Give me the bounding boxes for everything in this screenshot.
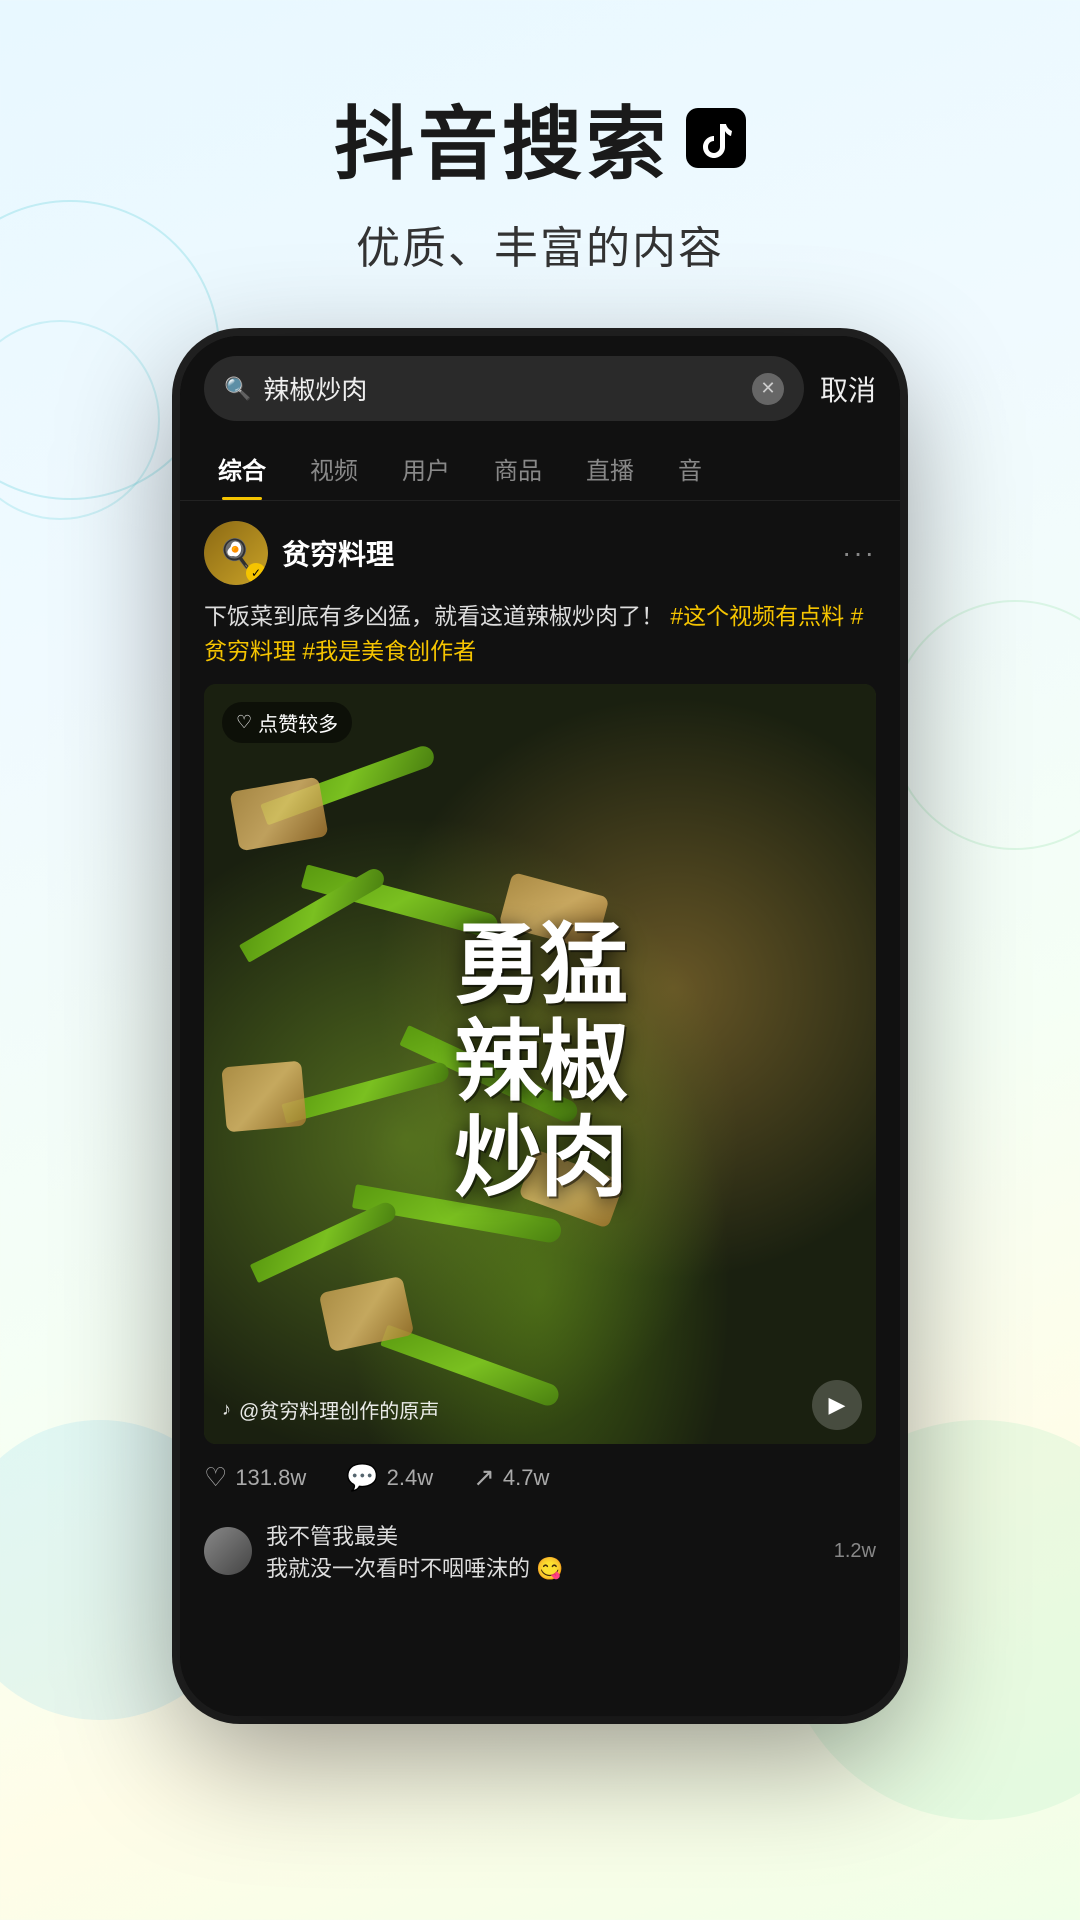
username[interactable]: 贫穷料理 — [282, 533, 394, 573]
tab-label-用户: 用户 — [402, 458, 450, 485]
comment-preview: 我不管我最美 我就没一次看时不咽唾沫的 😋 1.2w — [180, 1511, 900, 1607]
comment-like-count: 1.2w — [834, 1540, 876, 1563]
tab-label-商品: 商品 — [494, 458, 542, 485]
phone-mockup: 🔍 辣椒炒肉 ✕ 取消 综合 视频 用户 — [180, 336, 900, 1716]
share-count: 4.7w — [503, 1465, 549, 1491]
tab-label-视频: 视频 — [310, 458, 358, 485]
tab-用户[interactable]: 用户 — [380, 437, 472, 500]
tab-视频[interactable]: 视频 — [288, 437, 380, 500]
tiktok-audio-icon: ♪ — [222, 1399, 231, 1420]
phone-wrapper: 🔍 辣椒炒肉 ✕ 取消 综合 视频 用户 — [0, 336, 1080, 1716]
comment-action[interactable]: 💬 2.4w — [346, 1462, 433, 1493]
user-info: 🍳 ✓ 贫穷料理 — [204, 521, 394, 585]
commenter-name: 我不管我最美 — [266, 1519, 564, 1551]
tab-label-直播: 直播 — [586, 458, 634, 485]
post-text: 下饭菜到底有多凶猛，就看这道辣椒炒肉了！ #这个视频有点料 #贫穷料理 #我是美… — [204, 599, 876, 668]
post-header: 🍳 ✓ 贫穷料理 ··· — [204, 521, 876, 585]
comment-row-1: 我不管我最美 我就没一次看时不咽唾沫的 😋 1.2w — [204, 1511, 876, 1591]
header-section: 抖音搜索 优质、丰富的内容 — [0, 0, 1080, 316]
clear-icon: ✕ — [760, 378, 775, 399]
app-title-text: 抖音搜索 — [334, 80, 670, 196]
tab-商品[interactable]: 商品 — [472, 437, 564, 500]
play-icon: ▶ — [829, 1392, 846, 1418]
action-bar: ♡ 131.8w 💬 2.4w ↗ 4.7w — [180, 1444, 900, 1511]
search-input-wrap[interactable]: 🔍 辣椒炒肉 ✕ — [204, 356, 804, 421]
post-card: 🍳 ✓ 贫穷料理 ··· 下饭菜到底有多凶猛，就看这道辣椒炒肉了！ #这个视频有… — [180, 501, 900, 1444]
phone-screen: 🔍 辣椒炒肉 ✕ 取消 综合 视频 用户 — [180, 336, 900, 1716]
comment-count: 2.4w — [387, 1465, 433, 1491]
tiktok-logo-icon — [694, 116, 738, 160]
tab-综合[interactable]: 综合 — [196, 437, 288, 500]
likes-badge-text: 点赞较多 — [258, 708, 338, 737]
tab-直播[interactable]: 直播 — [564, 437, 656, 500]
play-button[interactable]: ▶ — [812, 1380, 862, 1430]
tabs-row: 综合 视频 用户 商品 直播 音 — [180, 437, 900, 501]
post-body-text: 下饭菜到底有多凶猛，就看这道辣椒炒肉了！ — [204, 603, 664, 629]
like-count: 131.8w — [235, 1465, 306, 1491]
cancel-button[interactable]: 取消 — [820, 369, 876, 409]
tab-label-音乐: 音 — [678, 458, 702, 485]
share-icon: ↗ — [473, 1462, 495, 1493]
video-thumbnail[interactable]: 勇猛辣椒炒肉 ♡ 点赞较多 ♪ @贫穷料理创作的原声 — [204, 684, 876, 1444]
comment-icon: 💬 — [346, 1462, 378, 1493]
tiktok-logo-badge — [686, 108, 746, 168]
search-query-text: 辣椒炒肉 — [263, 370, 740, 407]
avatar[interactable]: 🍳 ✓ — [204, 521, 268, 585]
audio-bar[interactable]: ♪ @贫穷料理创作的原声 — [222, 1395, 439, 1424]
like-icon: ♡ — [204, 1462, 227, 1493]
verified-badge: ✓ — [246, 563, 266, 583]
video-big-text: 勇猛辣椒炒肉 — [454, 919, 626, 1209]
like-action[interactable]: ♡ 131.8w — [204, 1462, 306, 1493]
content-area: 🍳 ✓ 贫穷料理 ··· 下饭菜到底有多凶猛，就看这道辣椒炒肉了！ #这个视频有… — [180, 501, 900, 1607]
app-subtitle: 优质、丰富的内容 — [0, 212, 1080, 276]
search-icon: 🔍 — [224, 376, 251, 402]
likes-badge: ♡ 点赞较多 — [222, 702, 352, 743]
audio-text: @贫穷料理创作的原声 — [239, 1395, 439, 1424]
app-title: 抖音搜索 — [0, 80, 1080, 196]
video-overlay-text: 勇猛辣椒炒肉 — [204, 684, 876, 1444]
commenter-avatar — [204, 1527, 252, 1575]
comment-body: 我就没一次看时不咽唾沫的 😋 — [266, 1551, 564, 1583]
heart-icon-badge: ♡ — [236, 712, 252, 733]
share-action[interactable]: ↗ 4.7w — [473, 1462, 549, 1493]
tab-音乐[interactable]: 音 — [656, 437, 724, 500]
tab-label-综合: 综合 — [218, 458, 266, 485]
search-bar-row: 🔍 辣椒炒肉 ✕ 取消 — [180, 336, 900, 437]
more-options-button[interactable]: ··· — [842, 537, 876, 569]
search-clear-button[interactable]: ✕ — [752, 373, 784, 405]
